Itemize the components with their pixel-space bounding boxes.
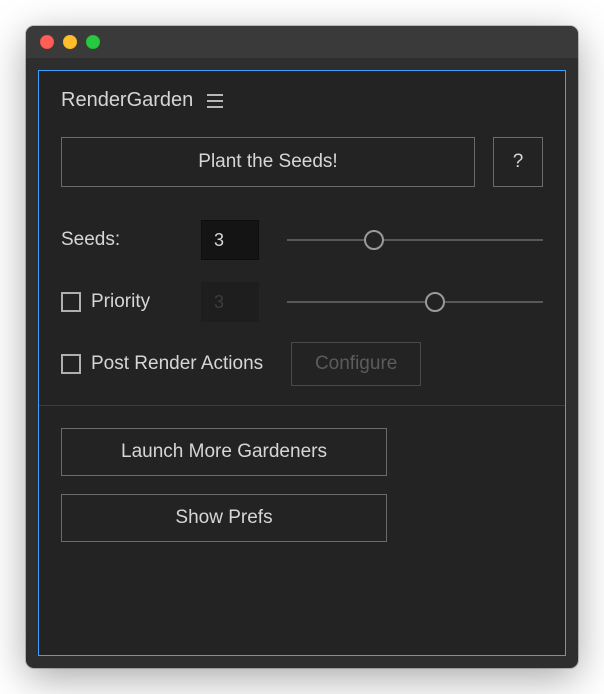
slider-thumb-icon[interactable] bbox=[364, 230, 384, 250]
post-render-label-text: Post Render Actions bbox=[91, 353, 263, 375]
close-icon[interactable] bbox=[40, 35, 54, 49]
priority-slider[interactable] bbox=[287, 292, 543, 312]
configure-button[interactable]: Configure bbox=[291, 342, 421, 386]
help-button[interactable]: ? bbox=[493, 137, 543, 187]
seeds-row: Seeds: bbox=[61, 213, 543, 267]
post-render-label: Post Render Actions bbox=[61, 353, 263, 375]
zoom-icon[interactable] bbox=[86, 35, 100, 49]
content: Plant the Seeds! ? Seeds: Priority bbox=[39, 129, 565, 542]
show-prefs-button[interactable]: Show Prefs bbox=[61, 494, 387, 542]
priority-label-text: Priority bbox=[91, 291, 150, 313]
launch-gardeners-button[interactable]: Launch More Gardeners bbox=[61, 428, 387, 476]
seeds-input[interactable] bbox=[201, 220, 259, 260]
titlebar bbox=[26, 26, 578, 58]
panel: RenderGarden Plant the Seeds! ? Seeds: bbox=[38, 70, 566, 656]
seeds-slider[interactable] bbox=[287, 230, 543, 250]
seeds-label: Seeds: bbox=[61, 229, 201, 251]
plant-seeds-button[interactable]: Plant the Seeds! bbox=[61, 137, 475, 187]
slider-thumb-icon[interactable] bbox=[425, 292, 445, 312]
priority-input[interactable] bbox=[201, 282, 259, 322]
menu-icon[interactable] bbox=[207, 92, 223, 108]
priority-label: Priority bbox=[61, 291, 201, 313]
minimize-icon[interactable] bbox=[63, 35, 77, 49]
panel-header: RenderGarden bbox=[39, 71, 565, 129]
panel-title: RenderGarden bbox=[61, 89, 193, 112]
divider bbox=[39, 405, 565, 406]
post-render-row: Post Render Actions Configure bbox=[61, 337, 543, 391]
priority-checkbox[interactable] bbox=[61, 292, 81, 312]
post-render-checkbox[interactable] bbox=[61, 354, 81, 374]
priority-row: Priority bbox=[61, 275, 543, 329]
window: RenderGarden Plant the Seeds! ? Seeds: bbox=[26, 26, 578, 668]
